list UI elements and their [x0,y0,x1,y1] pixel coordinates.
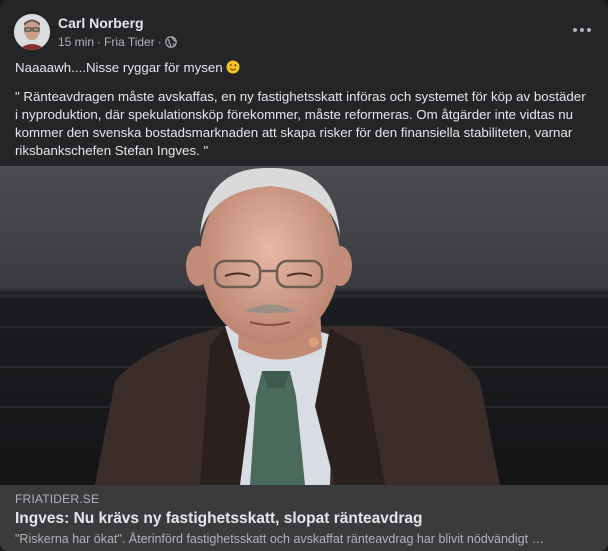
feed-post: Carl Norberg 15 min · Fria Tider · Naaaa… [0,0,608,551]
more-options-icon[interactable] [570,20,594,40]
globe-icon [164,36,177,48]
meta-separator: · [157,35,162,49]
post-quote: " Ränteavdragen måste avskaffas, en ny f… [15,89,586,158]
post-body: Naaaawh....Nisse ryggar för mysen " Ränt… [15,59,592,171]
link-preview[interactable]: FRIATIDER.SE Ingves: Nu krävs ny fastigh… [0,485,608,551]
link-title[interactable]: Ingves: Nu krävs ny fastighetsskatt, slo… [15,510,422,528]
post-meta: 15 min · Fria Tider · [58,35,177,49]
meta-separator: · [97,35,102,49]
post-time[interactable]: 15 min [58,35,94,49]
link-domain: FRIATIDER.SE [15,492,100,506]
post-text: Naaaawh....Nisse ryggar för mysen [15,60,223,75]
winking-face-emoji [226,60,240,74]
post-source[interactable]: Fria Tider [104,35,155,49]
post-text-line: Naaaawh....Nisse ryggar för mysen [15,59,592,77]
author-name[interactable]: Carl Norberg [58,15,144,31]
link-description: "Riskerna har ökat". Återinförd fastighe… [15,532,545,546]
author-avatar[interactable] [14,14,50,50]
link-image[interactable] [0,166,608,485]
post-header: Carl Norberg 15 min · Fria Tider · [14,14,594,54]
